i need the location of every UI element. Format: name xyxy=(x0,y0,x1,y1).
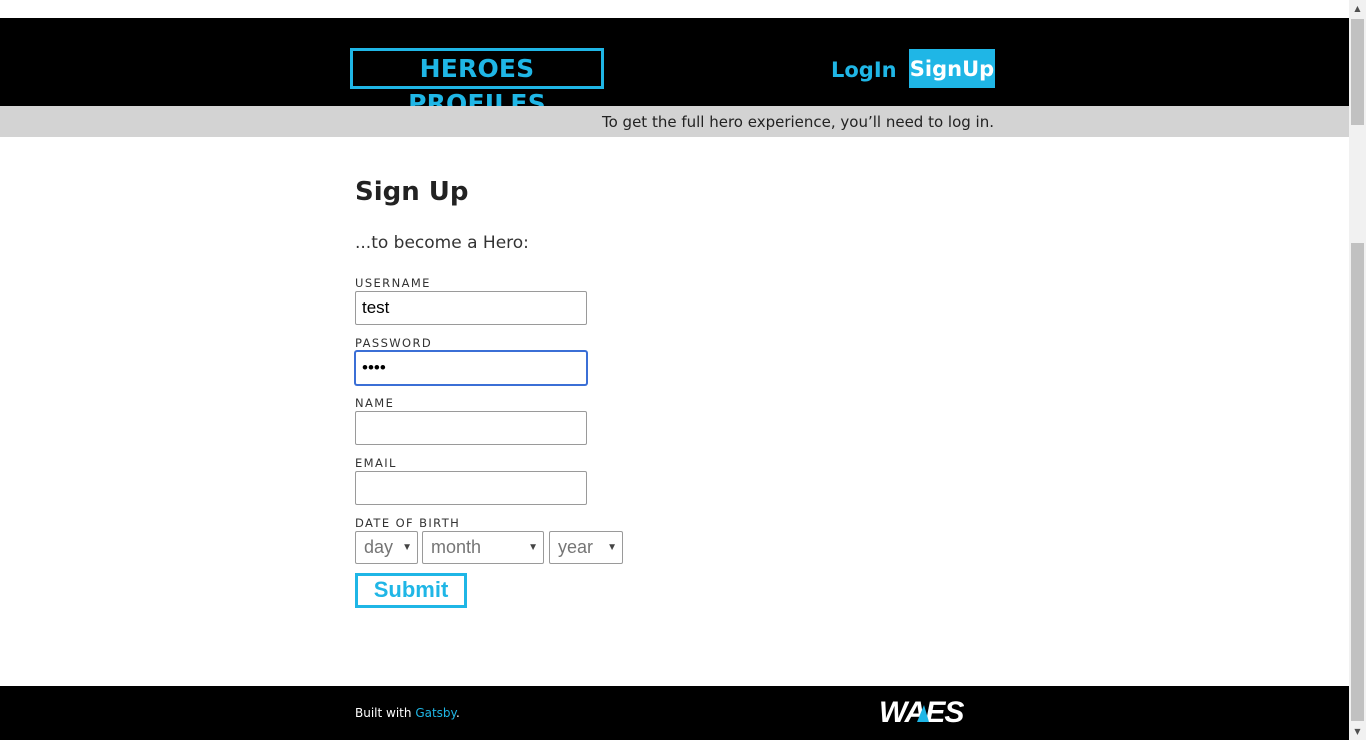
scrollbar-thumb-top[interactable] xyxy=(1351,19,1364,125)
month-select-value: month xyxy=(431,537,482,557)
chevron-down-icon: ▼ xyxy=(402,542,412,553)
footer-credit: Built with Gatsby. xyxy=(355,706,460,720)
gatsby-link[interactable]: Gatsby xyxy=(415,706,456,720)
site-header: HEROES PROFILES LogIn SignUp xyxy=(0,18,1349,118)
login-notice-bar: To get the full hero experience, you’ll … xyxy=(0,106,1349,137)
site-logo[interactable]: HEROES PROFILES xyxy=(350,48,604,118)
dob-label: DATE OF BIRTH xyxy=(355,516,461,530)
top-strip xyxy=(0,0,1349,18)
login-notice-text: To get the full hero experience, you’ll … xyxy=(601,113,994,131)
email-input[interactable] xyxy=(355,471,587,505)
nav-signup-link[interactable]: SignUp xyxy=(909,49,995,88)
month-select[interactable]: month ▼ xyxy=(422,531,544,564)
password-input[interactable] xyxy=(355,351,587,385)
name-input[interactable] xyxy=(355,411,587,445)
vertical-scrollbar[interactable]: ▲ ▼ xyxy=(1349,0,1366,740)
chevron-down-icon: ▼ xyxy=(528,542,538,553)
day-select-value: day xyxy=(364,537,394,557)
submit-button[interactable]: Submit xyxy=(355,573,467,608)
name-label: NAME xyxy=(355,396,395,410)
page-subtitle: ...to become a Hero: xyxy=(355,233,529,253)
year-select-value: year xyxy=(558,537,594,557)
password-label: PASSWORD xyxy=(355,336,433,350)
nav-login-link[interactable]: LogIn xyxy=(831,52,897,88)
page-title: Sign Up xyxy=(355,177,469,207)
username-input[interactable] xyxy=(355,291,587,325)
scroll-down-arrow-icon[interactable]: ▼ xyxy=(1349,723,1366,740)
site-footer: Built with Gatsby. WAES xyxy=(0,686,1349,740)
day-select[interactable]: day ▼ xyxy=(355,531,418,564)
username-label: USERNAME xyxy=(355,276,431,290)
waes-logo: WAES xyxy=(879,696,965,727)
email-label: EMAIL xyxy=(355,456,397,470)
scrollbar-thumb[interactable] xyxy=(1351,243,1364,721)
footer-built-with: Built with xyxy=(355,706,416,720)
scroll-up-arrow-icon[interactable]: ▲ xyxy=(1349,0,1366,17)
footer-period: . xyxy=(455,706,460,720)
chevron-down-icon: ▼ xyxy=(607,542,617,553)
year-select[interactable]: year ▼ xyxy=(549,531,623,564)
